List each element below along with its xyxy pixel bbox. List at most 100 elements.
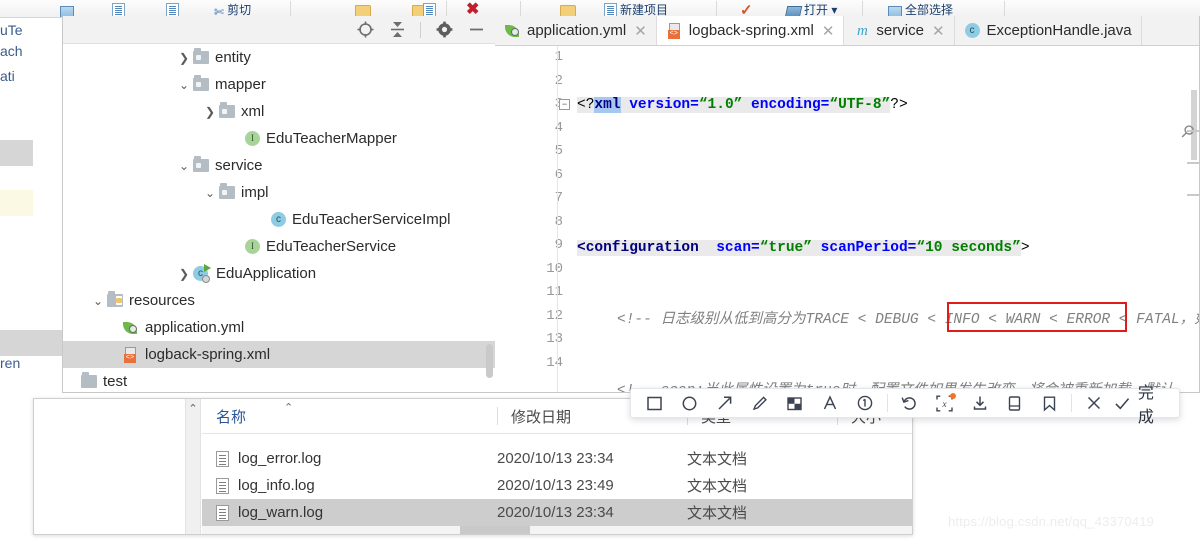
- chevron-down-icon[interactable]: ⌄: [201, 186, 219, 200]
- folder-plain-icon: [81, 372, 97, 388]
- column-header-name[interactable]: 名称 ⌃: [202, 399, 497, 433]
- confirm-done-button[interactable]: 完成: [1111, 379, 1173, 427]
- tree-item-label: EduTeacherService: [266, 238, 397, 255]
- tree-item-resources[interactable]: ⌄ resources: [63, 287, 495, 314]
- editor-tab-bar: application.yml ✕ <> logback-spring.xml …: [495, 16, 1199, 46]
- hide-panel-icon[interactable]: [467, 21, 485, 39]
- tab-logback-spring-xml[interactable]: <> logback-spring.xml ✕: [656, 16, 845, 45]
- scroll-up-icon[interactable]: ⌃: [186, 402, 200, 415]
- file-date-cell: 2020/10/13 23:34: [497, 450, 614, 467]
- file-name-cell: log_error.log: [202, 450, 497, 467]
- ellipse-tool[interactable]: [672, 389, 707, 417]
- step-number-tool[interactable]: [848, 389, 883, 417]
- pen-tool[interactable]: [742, 389, 777, 417]
- tree-item-application-yml[interactable]: application.yml: [63, 314, 495, 341]
- line-number: 13: [546, 331, 563, 347]
- explorer-nav-scrollbar[interactable]: ⌃: [186, 399, 201, 534]
- line-number: 8: [554, 213, 563, 230]
- line-number: 6: [554, 166, 563, 183]
- interface-i-icon: I: [245, 239, 260, 254]
- tree-item-eduteacherserviceimpl[interactable]: ❯ c EduTeacherServiceImpl: [63, 206, 495, 233]
- editor-mark-gutter: [1187, 46, 1199, 392]
- tab-application-yml[interactable]: application.yml ✕: [495, 16, 657, 45]
- close-icon[interactable]: ✕: [932, 22, 945, 40]
- folder-icon: [193, 48, 209, 64]
- line-number: 1: [554, 49, 563, 65]
- folder-icon: [219, 102, 235, 118]
- code-line-1: <?xml version=“1.0” encoding=“UTF-8”?>: [577, 97, 908, 113]
- tree-item-eduapplication[interactable]: ❯ c EduApplication: [63, 260, 495, 287]
- close-icon[interactable]: ✕: [634, 22, 647, 40]
- close-icon[interactable]: ✕: [822, 22, 835, 40]
- tree-item-eduteacherservice[interactable]: ❯ I EduTeacherService: [63, 233, 495, 260]
- svg-text:x: x: [941, 400, 947, 410]
- tab-label: application.yml: [527, 22, 627, 39]
- editor-code-area[interactable]: <?xml version=“1.0” encoding=“UTF-8”?> <…: [573, 46, 1199, 392]
- undo-tool[interactable]: [892, 389, 927, 417]
- tree-item-entity[interactable]: ❯ entity: [63, 44, 495, 71]
- file-type-cell: 文本文档: [687, 478, 748, 495]
- explorer-horizontal-scrollbar[interactable]: [202, 526, 912, 534]
- locate-target-icon[interactable]: [356, 21, 374, 39]
- table-row[interactable]: log_warn.log 2020/10/13 23:34 文本文档: [202, 499, 912, 526]
- rectangle-tool[interactable]: [637, 389, 672, 417]
- mosaic-tool[interactable]: [777, 389, 812, 417]
- explorer-nav-pane[interactable]: [34, 399, 186, 534]
- collapse-all-icon[interactable]: [388, 21, 406, 39]
- text-tool[interactable]: [813, 389, 848, 417]
- line-number: 14: [546, 354, 563, 371]
- tree-item-service[interactable]: ⌄ service: [63, 152, 495, 179]
- chevron-down-icon[interactable]: ⌄: [175, 78, 193, 92]
- project-tree[interactable]: ❯ entity ⌄ mapper ❯ xml ❯ I EduTeacherMa…: [63, 44, 495, 392]
- folder-icon: [193, 75, 209, 91]
- cancel-tool[interactable]: [1076, 389, 1111, 417]
- behind-selection-block-2: [0, 330, 62, 356]
- line-number: 7: [554, 190, 563, 206]
- code-fold-toggle[interactable]: −: [559, 99, 570, 110]
- scrollbar-thumb[interactable]: [460, 526, 530, 534]
- line-number: 2: [554, 72, 563, 89]
- editor-gutter: 1 2 3 4 5 6 7 8 9 10 11 12 13 14 −: [495, 46, 573, 392]
- tree-item-eduteachermapper[interactable]: ❯ I EduTeacherMapper: [63, 125, 495, 152]
- chevron-down-icon[interactable]: ⌄: [175, 159, 193, 173]
- toolstrip-divider: [420, 21, 421, 38]
- tree-scrollbar[interactable]: [486, 344, 493, 378]
- tree-item-label: mapper: [215, 76, 266, 93]
- bookmark-tool[interactable]: [1032, 389, 1067, 417]
- chevron-down-icon[interactable]: ⌄: [89, 294, 107, 308]
- settings-gear-icon[interactable]: [435, 21, 453, 39]
- chevron-right-icon[interactable]: ❯: [175, 267, 193, 281]
- tab-service[interactable]: m service ✕: [844, 16, 955, 45]
- tab-label: logback-spring.xml: [688, 22, 814, 39]
- tree-item-impl[interactable]: ⌄ impl: [63, 179, 495, 206]
- download-tool[interactable]: [962, 389, 997, 417]
- file-date-cell: 2020/10/13 23:49: [497, 477, 614, 494]
- pin-to-screen-tool[interactable]: [997, 389, 1032, 417]
- code-editor[interactable]: 1 2 3 4 5 6 7 8 9 10 11 12 13 14 − <?xml…: [495, 46, 1199, 392]
- chevron-right-icon[interactable]: ❯: [175, 51, 193, 65]
- tree-item-mapper[interactable]: ⌄ mapper: [63, 71, 495, 98]
- xml-file-icon: <>: [123, 346, 139, 363]
- interface-i-icon: I: [245, 131, 260, 146]
- tree-item-test[interactable]: ❯ test: [63, 368, 495, 392]
- tree-item-logback-spring-xml[interactable]: <> logback-spring.xml: [63, 341, 495, 368]
- code-line-4: <!-- 日志级别从低到高分为TRACE < DEBUG < INFO < WA…: [617, 311, 1199, 328]
- ocr-extract-tool[interactable]: x: [927, 389, 962, 417]
- file-explorer-window: ⌃ 名称 ⌃ 修改日期 类型 大小 log_error.log 2020/10: [33, 398, 913, 535]
- explorer-file-list[interactable]: 名称 ⌃ 修改日期 类型 大小 log_error.log 2020/10/13…: [202, 399, 912, 534]
- chevron-right-icon[interactable]: ❯: [201, 105, 219, 119]
- behind-text-2: ach: [0, 43, 23, 59]
- tab-label: ExceptionHandle.java: [986, 22, 1132, 39]
- tree-item-xml[interactable]: ❯ xml: [63, 98, 495, 125]
- arrow-tool[interactable]: [707, 389, 742, 417]
- folder-icon: [219, 183, 235, 199]
- table-row[interactable]: log_info.log 2020/10/13 23:49 文本文档: [202, 472, 912, 499]
- tree-item-label: impl: [241, 184, 269, 201]
- module-m-icon: m: [857, 22, 868, 39]
- tab-label: service: [876, 22, 924, 39]
- tree-item-label: EduTeacherServiceImpl: [292, 211, 451, 228]
- table-row[interactable]: log_error.log 2020/10/13 23:34 文本文档: [202, 445, 912, 472]
- tab-exceptionhandle-java[interactable]: c ExceptionHandle.java: [954, 16, 1142, 45]
- watermark-text: https://blog.csdn.net/qq_43370419: [948, 514, 1155, 529]
